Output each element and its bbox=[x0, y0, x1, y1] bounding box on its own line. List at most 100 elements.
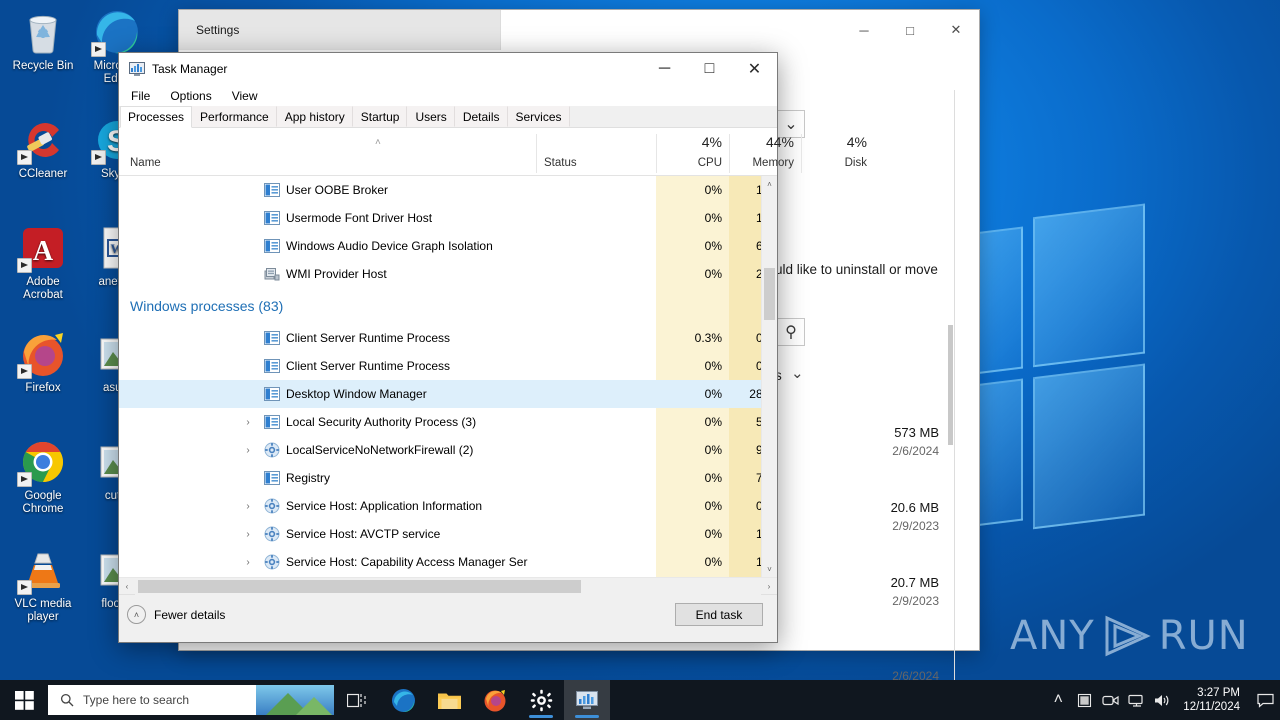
taskbar-firefox-button[interactable] bbox=[472, 680, 518, 720]
tab-startup[interactable]: Startup bbox=[352, 106, 408, 127]
network-icon[interactable] bbox=[1123, 680, 1149, 720]
process-group-header[interactable]: Windows processes (83) bbox=[119, 288, 777, 324]
service-gear-icon bbox=[264, 498, 280, 514]
desktop-icon-ccleaner[interactable]: CCleaner bbox=[6, 116, 80, 181]
process-row[interactable]: › Local Security Authority Process (3) 0%… bbox=[119, 408, 777, 436]
settings-search-icon[interactable]: ⚲ bbox=[777, 318, 805, 346]
settings-titlebar[interactable]: Settings ─ □ ✕ bbox=[179, 10, 979, 50]
task-manager-footer[interactable]: ˄ Fewer details End task bbox=[119, 594, 777, 642]
taskbar-file-explorer-button[interactable] bbox=[426, 680, 472, 720]
horizontal-scrollbar-track[interactable] bbox=[135, 577, 761, 595]
column-header-memory[interactable]: Memory bbox=[729, 157, 794, 169]
windows-logo-icon bbox=[14, 690, 34, 710]
recycle-bin-icon bbox=[19, 8, 67, 56]
process-row[interactable]: Desktop Window Manager0%28.1 MB0 MB/s bbox=[119, 380, 777, 408]
task-manager-tab-strip[interactable]: Processes Performance App history Startup Us… bbox=[119, 106, 777, 128]
desktop-icon-chrome[interactable]: Google Chrome bbox=[6, 438, 80, 516]
wallpaper-pane-bottom-right bbox=[1033, 363, 1145, 530]
anyrun-watermark-run: RUN bbox=[1158, 613, 1249, 659]
process-row[interactable]: › Service Host: Capability Access Manage… bbox=[119, 548, 777, 576]
settings-scrollbar-thumb[interactable] bbox=[948, 325, 953, 445]
scroll-up-arrow-icon[interactable]: ˄ bbox=[762, 176, 777, 192]
process-table-body[interactable]: User OOBE Broker0%1.1 MB0 MB/s Usermode … bbox=[119, 176, 777, 577]
settings-window-controls[interactable]: ─ □ ✕ bbox=[841, 10, 979, 50]
process-row[interactable]: Registry0%7.8 MB0 MB/s bbox=[119, 464, 777, 492]
settings-filter-caret-icon[interactable]: ⌄ bbox=[791, 364, 804, 382]
column-header-cpu[interactable]: CPU bbox=[656, 157, 722, 169]
battery-icon[interactable] bbox=[1071, 680, 1097, 720]
tab-users[interactable]: Users bbox=[407, 106, 455, 127]
fewer-details-button[interactable]: ˄ Fewer details bbox=[127, 605, 225, 624]
task-manager-menu-bar[interactable]: File Options View bbox=[119, 85, 777, 106]
task-manager-maximize-button[interactable]: □ bbox=[687, 53, 732, 85]
scroll-down-arrow-icon[interactable]: ˅ bbox=[762, 561, 777, 577]
desktop-icon-recycle-bin[interactable]: Recycle Bin bbox=[6, 8, 80, 73]
taskbar-task-manager-button[interactable] bbox=[564, 680, 610, 720]
chevron-right-icon[interactable]: › bbox=[242, 445, 254, 456]
process-row[interactable]: Usermode Font Driver Host0%1.2 MB0 MB/s bbox=[119, 204, 777, 232]
end-task-button[interactable]: End task bbox=[675, 603, 763, 626]
task-manager-processes-pane[interactable]: ˄ Name Status 4% CPU 44% Memory 4% Disk bbox=[119, 128, 867, 595]
tab-details[interactable]: Details bbox=[454, 106, 508, 127]
taskbar-edge-button[interactable] bbox=[380, 680, 426, 720]
task-manager-close-button[interactable]: ✕ bbox=[732, 53, 777, 85]
column-header-disk[interactable]: Disk bbox=[801, 157, 867, 169]
scroll-left-arrow-icon[interactable]: ‹ bbox=[119, 582, 135, 591]
task-manager-minimize-button[interactable]: ─ bbox=[642, 53, 687, 85]
vertical-scrollbar-thumb[interactable] bbox=[764, 268, 775, 320]
chevron-right-icon[interactable]: › bbox=[242, 529, 254, 540]
column-header-name[interactable]: Name bbox=[130, 157, 161, 169]
process-row[interactable]: › LocalServiceNoNetworkFirewall (2)0%9.5… bbox=[119, 436, 777, 464]
action-center-button[interactable] bbox=[1250, 680, 1280, 720]
settings-minimize-button[interactable]: ─ bbox=[841, 10, 887, 50]
tab-app-history[interactable]: App history bbox=[276, 106, 353, 127]
desktop-icon-adobe-acrobat[interactable]: A Adobe Acrobat bbox=[6, 224, 80, 302]
tab-processes[interactable]: Processes bbox=[120, 106, 193, 128]
process-row[interactable]: WMI Provider Host0%2.1 MB0 MB/s bbox=[119, 260, 777, 288]
camera-icon[interactable] bbox=[1097, 680, 1123, 720]
process-list-vertical-scrollbar[interactable]: ˄ ˅ bbox=[761, 176, 777, 577]
desktop-icon-vlc[interactable]: VLC media player bbox=[6, 546, 80, 624]
desktop-background[interactable]: ANY RUN Recycle Bin Microsoft Edge CClean… bbox=[0, 0, 1280, 720]
taskbar-task-view-button[interactable] bbox=[334, 680, 380, 720]
menu-item-view[interactable]: View bbox=[229, 88, 261, 104]
process-row[interactable]: Client Server Runtime Process0%0.8 MB0 M… bbox=[119, 352, 777, 380]
taskbar-settings-button[interactable] bbox=[518, 680, 564, 720]
taskbar[interactable]: Type here to search ˄ 3:27 PM 12/11/2024 bbox=[0, 680, 1280, 720]
process-row[interactable]: Windows Audio Device Graph Isolation0%6.… bbox=[119, 232, 777, 260]
settings-scrollbar-track[interactable] bbox=[954, 90, 955, 691]
anyrun-play-icon bbox=[1105, 615, 1151, 657]
column-header-status[interactable]: Status bbox=[544, 157, 577, 169]
chevron-right-icon[interactable]: › bbox=[242, 557, 254, 568]
tab-performance[interactable]: Performance bbox=[192, 106, 277, 127]
process-row[interactable]: User OOBE Broker0%1.1 MB0 MB/s bbox=[119, 176, 777, 204]
search-input[interactable]: Type here to search bbox=[48, 685, 334, 715]
process-list-horizontal-scrollbar[interactable]: ‹ › bbox=[119, 577, 777, 595]
menu-item-file[interactable]: File bbox=[128, 88, 153, 104]
menu-item-options[interactable]: Options bbox=[167, 88, 214, 104]
settings-tab[interactable]: Settings bbox=[179, 10, 501, 50]
volume-icon[interactable] bbox=[1149, 680, 1175, 720]
settings-maximize-button[interactable]: □ bbox=[887, 10, 933, 50]
process-row[interactable]: Client Server Runtime Process0.3%0.8 MB0… bbox=[119, 324, 777, 352]
process-table-header[interactable]: ˄ Name Status 4% CPU 44% Memory 4% Disk bbox=[119, 128, 867, 176]
process-name: Service Host: Application Information bbox=[286, 499, 483, 513]
tab-services[interactable]: Services bbox=[507, 106, 570, 127]
process-cpu-value: 0% bbox=[704, 387, 722, 401]
chevron-right-icon[interactable]: › bbox=[242, 501, 254, 512]
process-cpu-value: 0% bbox=[704, 183, 722, 197]
process-row[interactable]: › Service Host: AVCTP service0%1.4 MB0 M… bbox=[119, 520, 777, 548]
start-button[interactable] bbox=[0, 680, 48, 720]
task-manager-titlebar[interactable]: Task Manager ─ □ ✕ bbox=[119, 53, 777, 85]
clock[interactable]: 3:27 PM 12/11/2024 bbox=[1175, 680, 1250, 720]
desktop-icon-firefox[interactable]: Firefox bbox=[6, 330, 80, 395]
show-hidden-icons-button[interactable]: ˄ bbox=[1045, 680, 1071, 720]
scroll-right-arrow-icon[interactable]: › bbox=[761, 582, 777, 591]
task-manager-window-controls[interactable]: ─ □ ✕ bbox=[642, 53, 777, 85]
settings-close-button[interactable]: ✕ bbox=[933, 10, 979, 50]
chevron-right-icon[interactable]: › bbox=[242, 417, 254, 428]
task-manager-window[interactable]: Task Manager ─ □ ✕ File Options View Pro… bbox=[118, 52, 867, 643]
system-tray[interactable]: ˄ 3:27 PM 12/11/2024 bbox=[1045, 680, 1280, 720]
process-row[interactable]: › Service Host: Application Information 0… bbox=[119, 492, 777, 520]
horizontal-scrollbar-thumb[interactable] bbox=[138, 579, 581, 593]
